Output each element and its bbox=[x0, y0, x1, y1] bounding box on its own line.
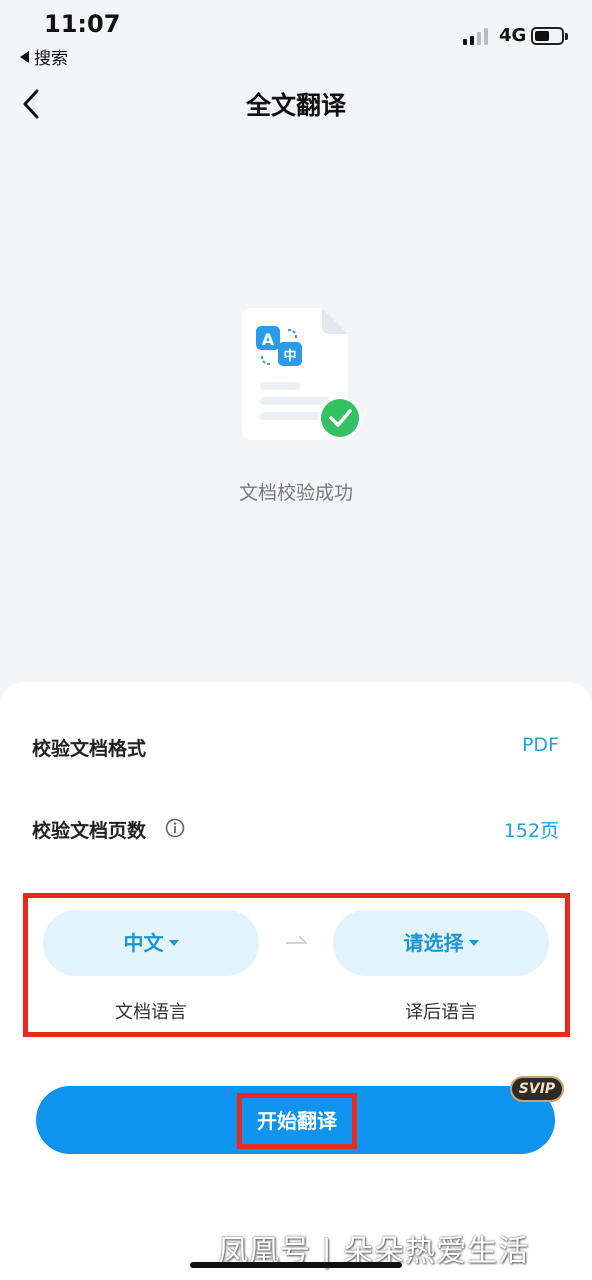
format-value: PDF bbox=[521, 734, 559, 756]
source-language-dropdown[interactable]: 中文 bbox=[43, 910, 259, 976]
pages-value: 152页 bbox=[503, 820, 559, 842]
document-illustration: A 中 bbox=[236, 300, 366, 448]
arrow-right-icon bbox=[284, 933, 310, 949]
network-type: 4G bbox=[499, 25, 527, 46]
back-to-app-link[interactable]: 搜索 bbox=[20, 44, 68, 69]
icon-glyph-a: A bbox=[262, 330, 275, 349]
target-language-value: 请选择 bbox=[403, 931, 464, 955]
pages-label: 校验文档页数 bbox=[32, 820, 147, 842]
target-language-caption: 译后语言 bbox=[405, 1002, 477, 1023]
caret-down-icon bbox=[468, 940, 479, 946]
svip-badge: SVIP bbox=[510, 1076, 564, 1102]
home-indicator bbox=[190, 1262, 402, 1268]
back-triangle-icon bbox=[20, 51, 29, 63]
icon-glyph-zh: 中 bbox=[283, 348, 296, 364]
status-time: 11:07 bbox=[44, 10, 121, 38]
info-icon[interactable] bbox=[165, 818, 185, 838]
back-app-label: 搜索 bbox=[34, 49, 68, 69]
source-language-value: 中文 bbox=[123, 931, 164, 955]
signal-icon bbox=[463, 27, 491, 45]
target-language-dropdown[interactable]: 请选择 bbox=[333, 910, 549, 976]
validation-status-text: 文档校验成功 bbox=[238, 482, 353, 504]
status-bar: 11:07 搜索 4G bbox=[0, 0, 592, 70]
battery-icon bbox=[531, 27, 568, 45]
source-language-caption: 文档语言 bbox=[115, 1002, 187, 1023]
caret-down-icon bbox=[168, 940, 179, 946]
translate-document-icon: A 中 bbox=[242, 308, 362, 440]
start-translate-label[interactable]: 开始翻译 bbox=[237, 1093, 357, 1149]
format-label: 校验文档格式 bbox=[32, 738, 147, 760]
page-title: 全文翻译 bbox=[245, 91, 346, 120]
